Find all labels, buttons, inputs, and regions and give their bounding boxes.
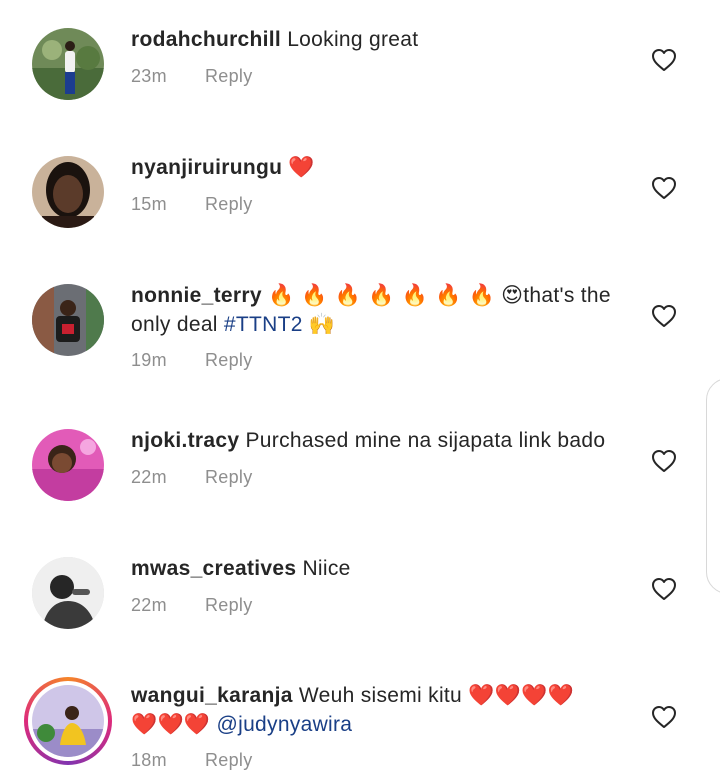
story-ring-avatar[interactable]: [24, 677, 112, 765]
avatar[interactable]: [32, 156, 104, 228]
comment-text: Weuh sisemi kitu: [298, 684, 463, 707]
heart-emojis: ❤️❤️❤️❤️: [468, 683, 574, 707]
avatar-image: [32, 156, 104, 228]
like-button[interactable]: [651, 705, 677, 729]
heart-emojis-line2: ❤️❤️❤️: [131, 712, 211, 736]
comment-meta: 23m Reply: [131, 66, 253, 87]
comment-username[interactable]: rodahchurchill: [131, 28, 281, 51]
comment-meta: 19m Reply: [131, 350, 253, 371]
heart-emoji: ❤️: [288, 155, 315, 179]
reply-button[interactable]: Reply: [205, 467, 253, 487]
heart-outline-icon: [652, 177, 676, 199]
comment-username[interactable]: mwas_creatives: [131, 557, 296, 580]
raised-hands-emoji: 🙌: [308, 312, 336, 336]
avatar[interactable]: [32, 28, 104, 100]
heart-eyes-emoji: 😍: [501, 283, 524, 307]
comment-meta: 18m Reply: [131, 750, 253, 771]
avatar-image: [32, 28, 104, 100]
comment-time: 22m: [131, 467, 167, 487]
heart-outline-icon: [652, 706, 676, 728]
like-button[interactable]: [651, 48, 677, 72]
comment-time: 23m: [131, 66, 167, 86]
mention-link[interactable]: @judynyawira: [216, 713, 352, 736]
comment-body: mwas_creatives Niice: [131, 554, 631, 583]
avatar[interactable]: [32, 284, 104, 356]
heart-outline-icon: [652, 450, 676, 472]
like-button[interactable]: [651, 577, 677, 601]
avatar[interactable]: [32, 429, 104, 501]
comment-meta: 22m Reply: [131, 467, 253, 488]
reply-button[interactable]: Reply: [205, 194, 253, 214]
heart-outline-icon: [652, 305, 676, 327]
comment-text: Niice: [302, 557, 351, 580]
comment-time: 19m: [131, 350, 167, 370]
hashtag-link[interactable]: #TTNT2: [224, 313, 303, 336]
comment-body: njoki.tracy Purchased mine na sijapata l…: [131, 426, 631, 455]
like-button[interactable]: [651, 449, 677, 473]
heart-outline-icon: [652, 49, 676, 71]
reply-button[interactable]: Reply: [205, 350, 253, 370]
avatar-image: [32, 557, 104, 629]
avatar-image: [32, 685, 104, 757]
heart-outline-icon: [652, 578, 676, 600]
avatar-image: [32, 284, 104, 356]
comment-body: nyanjiruirungu ❤️: [131, 153, 631, 182]
comment-username[interactable]: njoki.tracy: [131, 429, 239, 452]
like-button[interactable]: [651, 304, 677, 328]
avatar: [32, 685, 104, 757]
comment-time: 18m: [131, 750, 167, 770]
like-button[interactable]: [651, 176, 677, 200]
comment-time: 15m: [131, 194, 167, 214]
avatar-image: [32, 429, 104, 501]
edge-panel-handle[interactable]: [706, 378, 720, 594]
comment-meta: 22m Reply: [131, 595, 253, 616]
comment-username[interactable]: nyanjiruirungu: [131, 156, 282, 179]
reply-button[interactable]: Reply: [205, 66, 253, 86]
reply-button[interactable]: Reply: [205, 750, 253, 770]
comment-text-line2: only deal: [131, 313, 218, 336]
avatar[interactable]: [32, 557, 104, 629]
comment-body: wangui_karanja Weuh sisemi kitu ❤️❤️❤️❤️…: [131, 681, 631, 739]
comment-text: that's the: [523, 284, 611, 307]
comment-body: rodahchurchill Looking great: [131, 25, 631, 54]
comment-text: Looking great: [287, 28, 419, 51]
comment-username[interactable]: nonnie_terry: [131, 284, 262, 307]
comment-time: 22m: [131, 595, 167, 615]
fire-emojis: 🔥 🔥 🔥 🔥 🔥 🔥 🔥: [267, 283, 495, 307]
reply-button[interactable]: Reply: [205, 595, 253, 615]
comment-body: nonnie_terry 🔥 🔥 🔥 🔥 🔥 🔥 🔥 😍that's the o…: [131, 281, 631, 339]
comment-text: Purchased mine na sijapata link bado: [245, 429, 606, 452]
comment-meta: 15m Reply: [131, 194, 253, 215]
comment-username[interactable]: wangui_karanja: [131, 684, 293, 707]
